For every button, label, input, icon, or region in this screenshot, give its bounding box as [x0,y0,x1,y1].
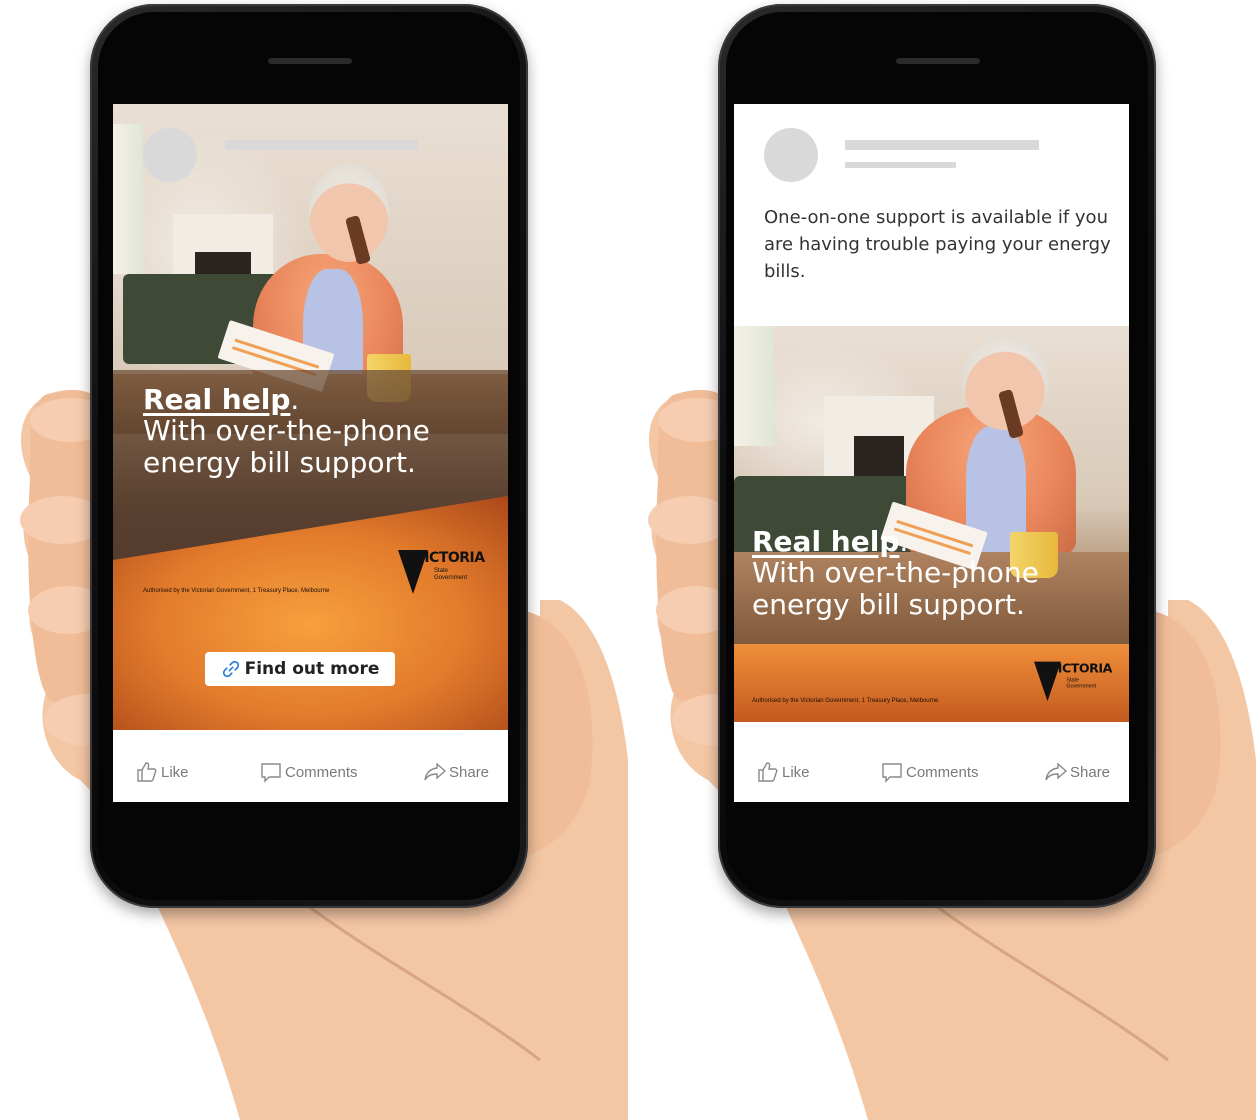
like-label: Like [161,763,189,781]
phone-mockup-left: Real help. With over-the-phone energy bi… [0,0,628,1120]
share-icon [1045,762,1068,781]
headline-bold: Real help [752,525,900,558]
speaker-grille [268,58,352,64]
headline-period: . [290,383,300,416]
like-button[interactable]: Like [135,760,189,784]
headline-bold: Real help [143,383,291,416]
ad-image[interactable]: Real help. With over-the-phone energy bi… [734,326,1129,722]
like-label: Like [782,763,810,781]
thumbs-up-icon [137,762,157,782]
facebook-post-left: Real help. With over-the-phone energy bi… [113,104,508,802]
logo-word: VICTORIA [1048,661,1112,676]
authorisation-text: Authorised by the Victorian Government, … [143,588,330,594]
like-button[interactable]: Like [756,760,810,784]
headline-line-2: energy bill support. [752,587,1025,621]
logo-word: VICTORIA [414,550,485,566]
ad-headline: Real help. With over-the-phone energy bi… [752,526,1039,620]
ad-headline: Real help. With over-the-phone energy bi… [143,384,430,478]
headline-line-2: energy bill support. [143,445,416,479]
headline-line-1: With over-the-phone [752,556,1039,590]
victoria-logo: VICTORIA State Government [398,546,488,596]
avatar-placeholder[interactable] [764,128,818,182]
share-label: Share [1070,763,1111,781]
headline-period: . [899,525,909,558]
logo-sub-2: Government [434,575,468,581]
victoria-logo: VICTORIA State Government [1034,658,1115,703]
find-out-more-button[interactable]: Find out more [205,652,395,686]
ad-image[interactable]: Real help. With over-the-phone energy bi… [113,104,508,730]
post-actions: Like Comments Share [113,730,508,802]
logo-sub-1: State [434,568,449,574]
date-placeholder [845,162,956,168]
thumbs-up-icon [758,762,778,782]
post-text: One-on-one support is available if you a… [764,207,1111,282]
cta-label: Find out more [244,659,380,679]
logo-sub-1: State [1066,677,1080,684]
comments-button[interactable]: Comments [259,760,358,784]
comments-button[interactable]: Comments [880,760,979,784]
avatar-placeholder[interactable] [143,128,197,182]
logo-subtitle: State Government [434,568,484,582]
name-placeholder [225,140,418,150]
share-button[interactable]: Share [1044,760,1110,784]
share-icon [424,762,447,781]
post-actions: Like Comments Share [734,730,1129,802]
logo-sub-2: Government [1066,684,1097,690]
comments-label: Comments [906,763,979,781]
facebook-post-right: One-on-one support is available if you a… [734,104,1129,802]
phone-mockup-right: One-on-one support is available if you a… [628,0,1256,1120]
headline-line-1: With over-the-phone [143,414,430,448]
share-label: Share [449,763,490,781]
speaker-grille [896,58,980,64]
comment-icon [882,763,902,783]
comment-icon [261,763,281,783]
share-button[interactable]: Share [423,760,489,784]
link-icon [222,660,239,678]
comments-label: Comments [285,763,358,781]
logo-subtitle: State Government [1066,678,1111,691]
authorisation-text: Authorised by the Victorian Government, … [752,698,939,704]
name-placeholder [845,140,1039,150]
